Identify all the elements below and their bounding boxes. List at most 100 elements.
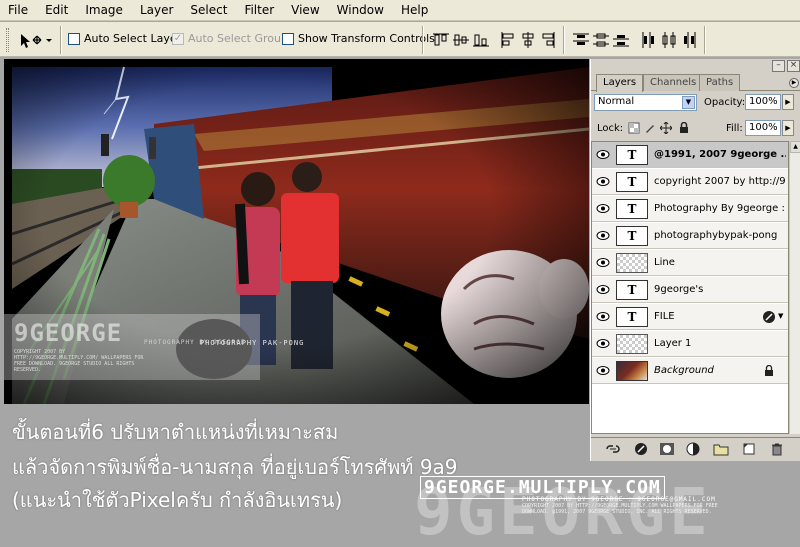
checkmark-icon: ✓ (172, 32, 184, 45)
distribute-left-edges-icon[interactable] (640, 31, 658, 49)
layer-name: photographybypak-pong (654, 230, 778, 241)
layer-name: @1991, 2007 9george ... (654, 149, 786, 160)
layer-row[interactable]: Background (592, 358, 788, 384)
expand-effects-icon[interactable]: ▼ (778, 312, 783, 320)
menu-help[interactable]: Help (399, 2, 430, 18)
move-tool-icon (21, 34, 52, 48)
text-layer-thumbnail-icon: T (616, 199, 648, 219)
layer-row[interactable]: T @1991, 2007 9george ... (592, 142, 788, 168)
visibility-eye-icon[interactable] (595, 201, 611, 216)
lock-image-pixels-icon[interactable] (644, 122, 656, 134)
tab-paths[interactable]: Paths (699, 74, 741, 91)
site-copyright: COPYRIGHT 2007 BY HTTP://9GEORGE.MULTIPL… (522, 503, 718, 515)
layer-row[interactable]: T photographybypak-pong (592, 223, 788, 249)
menu-image[interactable]: Image (83, 2, 125, 18)
fill-field[interactable]: 100% (745, 120, 781, 136)
new-group-folder-icon[interactable] (713, 442, 729, 456)
layers-panel-footer (591, 437, 800, 459)
layers-panel: – × Layers Channels Paths ▶ Normal ▼ Opa… (590, 59, 800, 461)
caption-line-2: แล้วจัดการพิมพ์ชื่อ-นามสกุล ที่อยู่เบอร์… (12, 455, 458, 479)
visibility-eye-icon[interactable] (595, 336, 611, 351)
layer-row[interactable]: T copyright 2007 by http://9... (592, 169, 788, 195)
menu-filter[interactable]: Filter (242, 2, 276, 18)
distribute-bottom-edges-icon[interactable] (612, 31, 630, 49)
lock-label: Lock: (597, 123, 624, 134)
visibility-eye-icon[interactable] (595, 174, 611, 189)
text-layer-thumbnail-icon: T (616, 226, 648, 246)
auto-select-groups-checkbox: ✓ Auto Select Groups (172, 32, 294, 45)
delete-layer-trash-icon[interactable] (769, 442, 785, 456)
tab-layers[interactable]: Layers (596, 74, 644, 92)
toolbar-separator (563, 26, 565, 54)
layer-row[interactable]: T FILE ▼ (592, 304, 788, 330)
new-layer-icon[interactable] (741, 442, 757, 456)
layer-style-icon[interactable] (633, 442, 649, 456)
show-transform-controls-checkbox[interactable]: Show Transform Controls (282, 32, 435, 45)
menu-window[interactable]: Window (335, 2, 386, 18)
checkbox-box (68, 32, 80, 45)
close-icon[interactable]: × (787, 60, 800, 72)
visibility-eye-icon[interactable] (595, 282, 611, 297)
layer-name: copyright 2007 by http://9... (654, 176, 786, 187)
layers-scrollbar[interactable]: ▲ (789, 141, 800, 434)
auto-select-layer-label: Auto Select Layer (84, 32, 182, 45)
align-vertical-centers-icon[interactable] (452, 31, 470, 49)
layers-list: T @1991, 2007 9george ... T copyright 20… (591, 141, 789, 434)
chevron-down-icon: ▼ (682, 96, 695, 109)
fill-label: Fill: (726, 123, 743, 134)
menu-file[interactable]: File (6, 2, 30, 18)
pixel-layer-thumbnail (616, 253, 648, 273)
lock-transparent-pixels-icon[interactable] (628, 122, 640, 134)
minimize-icon[interactable]: – (772, 60, 785, 72)
align-left-edges-icon[interactable] (499, 31, 517, 49)
scroll-up-icon[interactable]: ▲ (790, 141, 800, 153)
text-layer-thumbnail-icon: T (616, 172, 648, 192)
auto-select-layer-checkbox[interactable]: Auto Select Layer (68, 32, 181, 45)
document-canvas[interactable]: 9GEORGE PHOTOGRAPHY BY 9GEORGE PHOTOGRAP… (4, 59, 589, 404)
layer-mask-icon[interactable] (659, 442, 675, 456)
visibility-eye-icon[interactable] (595, 255, 611, 270)
align-top-edges-icon[interactable] (432, 31, 450, 49)
opacity-field[interactable]: 100% (745, 94, 781, 110)
align-horizontal-centers-icon[interactable] (519, 31, 537, 49)
text-layer-thumbnail-icon: T (616, 145, 648, 165)
layer-row[interactable]: T 9george's (592, 277, 788, 303)
menu-edit[interactable]: Edit (43, 2, 70, 18)
menu-layer[interactable]: Layer (138, 2, 175, 18)
opacity-slider-arrow-icon[interactable]: ▶ (782, 94, 794, 110)
opacity-label: Opacity: (704, 97, 746, 108)
layer-row[interactable]: Line (592, 250, 788, 276)
background-layer-thumbnail (616, 361, 648, 381)
text-layer-thumbnail-icon: T (616, 280, 648, 300)
layer-row[interactable]: Layer 1 (592, 331, 788, 357)
layer-name: 9george's (654, 284, 704, 295)
fill-slider-arrow-icon[interactable]: ▶ (782, 120, 794, 136)
lock-position-icon[interactable] (660, 122, 672, 134)
distribute-horizontal-centers-icon[interactable] (660, 31, 678, 49)
align-bottom-edges-icon[interactable] (472, 31, 490, 49)
tab-channels[interactable]: Channels (643, 74, 704, 91)
visibility-eye-icon[interactable] (595, 309, 611, 324)
layer-effects-icon[interactable] (762, 310, 776, 324)
toolbar-grip[interactable] (6, 28, 9, 52)
distribute-vertical-centers-icon[interactable] (592, 31, 610, 49)
layer-name: Layer 1 (654, 338, 692, 349)
distribute-right-edges-icon[interactable] (680, 31, 698, 49)
menu-select[interactable]: Select (188, 2, 229, 18)
lock-all-icon[interactable] (678, 122, 690, 134)
menu-view[interactable]: View (289, 2, 321, 18)
visibility-eye-icon[interactable] (595, 363, 611, 378)
blend-mode-dropdown[interactable]: Normal ▼ (594, 94, 697, 111)
move-tool-preset-button[interactable] (17, 29, 55, 51)
visibility-eye-icon[interactable] (595, 147, 611, 162)
align-right-edges-icon[interactable] (539, 31, 557, 49)
panel-menu-icon[interactable]: ▶ (789, 78, 799, 88)
lock-icon (765, 365, 773, 376)
link-layers-icon[interactable] (605, 442, 621, 456)
adjustment-layer-icon[interactable] (685, 442, 701, 456)
distribute-top-edges-icon[interactable] (572, 31, 590, 49)
watermark-logo: 9GEORGE (14, 319, 123, 347)
visibility-eye-icon[interactable] (595, 228, 611, 243)
watermark-tagline: PHOTOGRAPHY PAK-PONG (200, 339, 305, 347)
layer-row[interactable]: T Photography By 9george : ... (592, 196, 788, 222)
